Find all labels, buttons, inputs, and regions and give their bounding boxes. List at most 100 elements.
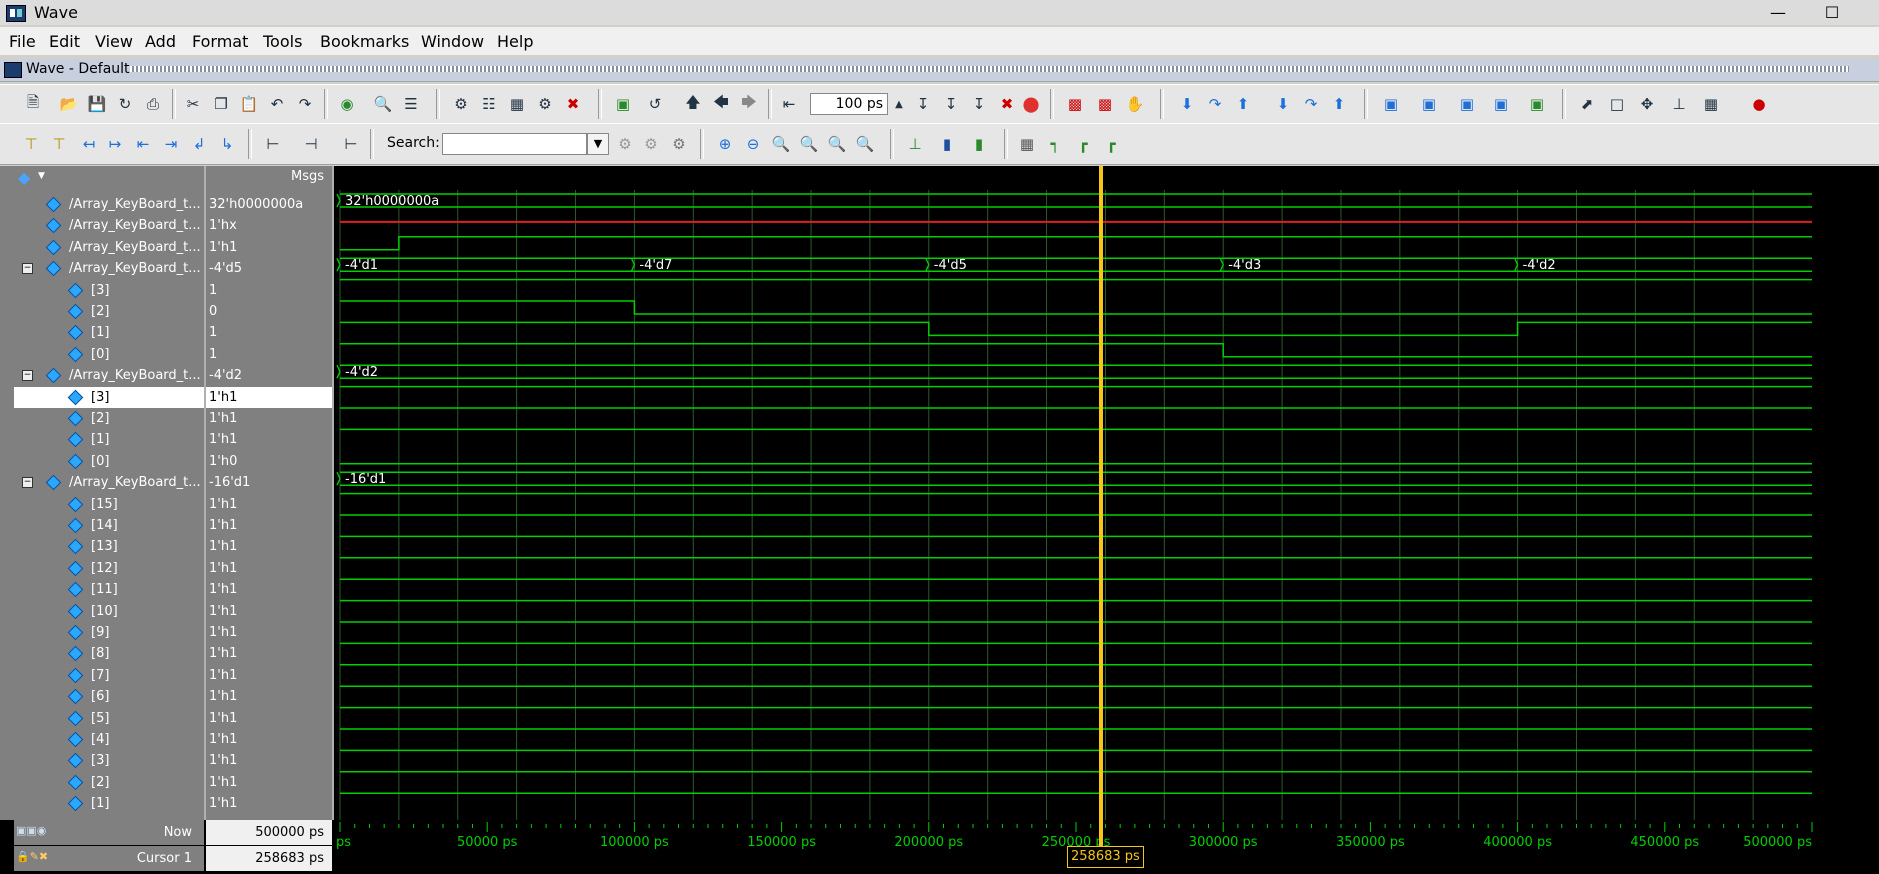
insert-cursor-icon[interactable]: ⊥: [904, 133, 926, 155]
signal-name-row[interactable]: [3]: [14, 750, 204, 771]
run-length-icon[interactable]: ⇤: [778, 93, 800, 115]
signal-name-row[interactable]: [2]: [14, 301, 204, 322]
signal-name-row[interactable]: − /Array_KeyBoard_t...: [14, 258, 204, 279]
signal-name-row[interactable]: [2]: [14, 772, 204, 793]
falling-edge-icon[interactable]: ↲: [188, 133, 210, 155]
edge-any-icon[interactable]: ┏: [1100, 133, 1122, 155]
signal-name-row[interactable]: [14]: [14, 515, 204, 536]
zoom-full-icon[interactable]: 🔍: [770, 133, 792, 155]
cut-icon[interactable]: ✂: [182, 93, 204, 115]
waveform-canvas[interactable]: 32'h0000000a -4'd1 -4'd7 -4'd5 -4'd3 -4'd2 -4'…: [334, 190, 1879, 820]
menu-window[interactable]: Window: [421, 32, 484, 51]
collapse-toggle[interactable]: −: [22, 263, 33, 275]
cursor-value[interactable]: 258683 ps: [206, 846, 332, 871]
break-run-icon[interactable]: ✖: [996, 93, 1018, 115]
combine-icon[interactable]: ⊢: [340, 133, 362, 155]
undo-icon[interactable]: ↶: [266, 93, 288, 115]
zoom-in-icon[interactable]: ⊕: [714, 133, 736, 155]
signal-name-row[interactable]: [3]: [14, 386, 204, 408]
signal-name-row[interactable]: [2]: [14, 408, 204, 429]
compile-icon[interactable]: ⚙: [450, 93, 472, 115]
minimize-button[interactable]: —: [1758, 2, 1798, 23]
signal-name-row[interactable]: [3]: [14, 280, 204, 301]
performance-icon[interactable]: ▩: [1064, 93, 1086, 115]
signal-name-row[interactable]: [1]: [14, 793, 204, 814]
signal-name-row[interactable]: [10]: [14, 601, 204, 622]
redo-icon[interactable]: ↷: [294, 93, 316, 115]
menu-help[interactable]: Help: [497, 32, 533, 51]
expand-icon[interactable]: ⊢: [262, 133, 284, 155]
run-all-icon[interactable]: ↧: [968, 93, 990, 115]
signal-name-row[interactable]: [15]: [14, 494, 204, 515]
layout-4-icon[interactable]: ▣: [1490, 93, 1512, 115]
layout-icon[interactable]: ▣: [1380, 93, 1402, 115]
memory-icon[interactable]: ▩: [1094, 93, 1116, 115]
run-length-input[interactable]: 100 ps: [810, 93, 888, 115]
new-icon[interactable]: 🗎: [22, 93, 44, 115]
menu-file[interactable]: File: [9, 32, 36, 51]
signal-name-row[interactable]: [11]: [14, 579, 204, 600]
copy-icon[interactable]: ❐: [210, 93, 232, 115]
menu-format[interactable]: Format: [192, 32, 248, 51]
maximize-button[interactable]: ☐: [1812, 2, 1852, 23]
next-edge-icon[interactable]: ⊤: [48, 133, 70, 155]
search-options-icon[interactable]: ⚙: [668, 133, 690, 155]
simulate-icon[interactable]: ▦: [506, 93, 528, 115]
menu-view[interactable]: View: [95, 32, 133, 51]
left-arrow-icon[interactable]: 🡄: [710, 93, 732, 115]
now-icons[interactable]: ▣▣◉: [16, 824, 46, 837]
edge-fall-icon[interactable]: ┏: [1072, 133, 1094, 155]
step-out-icon[interactable]: ⬆: [1232, 93, 1254, 115]
step-into-icon[interactable]: ⬇: [1176, 93, 1198, 115]
signal-name-row[interactable]: /Array_KeyBoard_t...: [14, 237, 204, 258]
collapse-icon[interactable]: ⊣: [300, 133, 322, 155]
signal-name-row[interactable]: [1]: [14, 429, 204, 450]
reload-icon[interactable]: ↻: [114, 93, 136, 115]
pan-icon[interactable]: ✥: [1636, 93, 1658, 115]
right-arrow-icon[interactable]: 🡆: [738, 93, 760, 115]
step-icon[interactable]: ▣: [612, 93, 634, 115]
layout-5-icon[interactable]: ▣: [1526, 93, 1548, 115]
save-icon[interactable]: 💾: [86, 93, 108, 115]
stop-icon[interactable]: ⬤: [1020, 93, 1042, 115]
step-over-icon[interactable]: ↺: [644, 93, 666, 115]
cursor-icons[interactable]: 🔒✎✖: [16, 850, 48, 863]
signal-name-row[interactable]: [13]: [14, 536, 204, 557]
signal-name-row[interactable]: [0]: [14, 344, 204, 365]
run-length-spinner[interactable]: ▲: [888, 93, 910, 115]
grid-icon[interactable]: ▦: [1016, 133, 1038, 155]
edge-rise-icon[interactable]: ┑: [1044, 133, 1066, 155]
last-edge-icon[interactable]: ⇥: [160, 133, 182, 155]
add-wave-icon[interactable]: ◉: [336, 93, 358, 115]
clear-icon[interactable]: ✖: [562, 93, 584, 115]
list-icon[interactable]: ☰: [400, 93, 422, 115]
open-folder-icon[interactable]: 📂: [58, 93, 80, 115]
compile-all-icon[interactable]: ☷: [478, 93, 500, 115]
window-grip[interactable]: [130, 66, 1849, 72]
signal-name-row[interactable]: [8]: [14, 643, 204, 664]
signal-name-row[interactable]: /Array_KeyBoard_t...: [14, 194, 204, 215]
menu-tools[interactable]: Tools: [263, 32, 302, 51]
search-dropdown-icon[interactable]: ▼: [587, 133, 609, 155]
layout-3-icon[interactable]: ▣: [1456, 93, 1478, 115]
zoom-last-icon[interactable]: 🔍: [854, 133, 876, 155]
menu-edit[interactable]: Edit: [49, 32, 80, 51]
find-icon[interactable]: 🔍: [372, 93, 394, 115]
hand-icon[interactable]: ✋: [1124, 93, 1146, 115]
select-cursor-icon[interactable]: ⬈: [1576, 93, 1598, 115]
prev-edge-icon[interactable]: ⊤: [20, 133, 42, 155]
paste-icon[interactable]: 📋: [238, 93, 260, 115]
signal-name-row[interactable]: [1]: [14, 322, 204, 343]
run-icon[interactable]: ↧: [912, 93, 934, 115]
add-signal-icon[interactable]: ◆: [18, 168, 30, 187]
first-edge-icon[interactable]: ⇤: [132, 133, 154, 155]
rising-edge-icon[interactable]: ↳: [216, 133, 238, 155]
zoom-range-icon[interactable]: 🔍: [826, 133, 848, 155]
zoom-mode-icon[interactable]: □: [1606, 93, 1628, 115]
signal-name-row[interactable]: − /Array_KeyBoard_t...: [14, 365, 204, 386]
zoom-out-icon[interactable]: ⊖: [742, 133, 764, 155]
signal-name-row[interactable]: [4]: [14, 729, 204, 750]
edit-wave-icon[interactable]: ▦: [1700, 93, 1722, 115]
cursor-time-tag[interactable]: 258683 ps: [1067, 846, 1144, 868]
lock-cursor-icon[interactable]: ▮: [968, 133, 990, 155]
